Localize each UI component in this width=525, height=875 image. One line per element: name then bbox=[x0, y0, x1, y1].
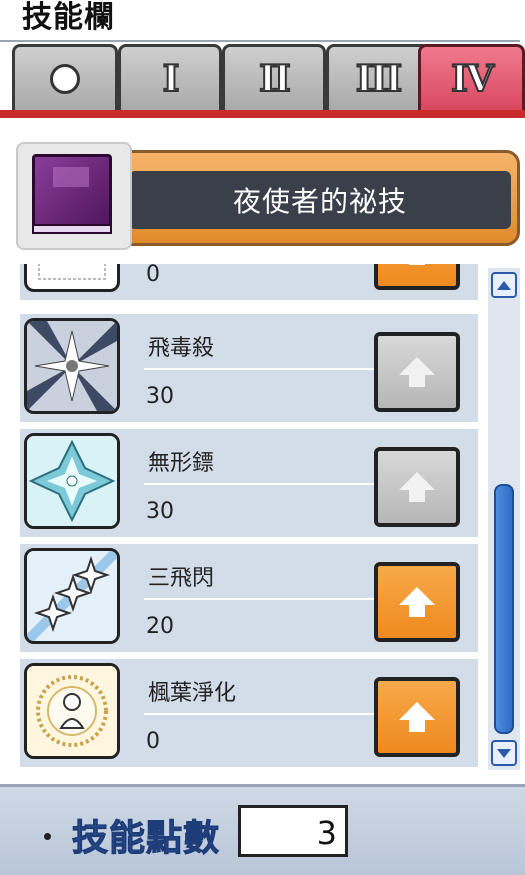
skill-list-scrollbar[interactable] bbox=[488, 268, 520, 770]
scroll-down-button[interactable] bbox=[491, 740, 517, 766]
skill-list: 0 飛毒殺 30 無形鏢 30 三飛閃 20 楓葉淨化 0 bbox=[8, 264, 525, 784]
skill-points-footer: 技能點數 3 bbox=[0, 784, 525, 875]
skill-name: 無形鏢 bbox=[148, 451, 215, 476]
skill-points-value: 3 bbox=[316, 814, 337, 852]
up-arrow-icon bbox=[399, 357, 435, 387]
class-name-bar: 夜使者的祕技 bbox=[129, 171, 511, 229]
skill-name: 楓葉淨化 bbox=[148, 681, 237, 706]
skill-name: 飛毒殺 bbox=[148, 336, 215, 361]
arrow-down-icon bbox=[497, 748, 511, 758]
tab-2nd-job[interactable]: II bbox=[222, 44, 326, 110]
skill-level: 30 bbox=[146, 384, 174, 409]
class-name: 夜使者的祕技 bbox=[232, 185, 407, 218]
tab-label: III bbox=[355, 57, 403, 101]
job-tabs: I II III IV bbox=[12, 44, 525, 110]
skill-row[interactable]: 飛毒殺 30 bbox=[20, 314, 478, 422]
divider bbox=[144, 368, 376, 370]
tab-divider bbox=[0, 110, 525, 118]
skill-up-button[interactable] bbox=[374, 562, 460, 642]
tab-3rd-job[interactable]: III bbox=[326, 44, 430, 110]
skill-level: 0 bbox=[146, 264, 160, 287]
partial-skill-icon bbox=[24, 264, 120, 292]
divider bbox=[144, 598, 376, 600]
tab-1st-job[interactable]: I bbox=[118, 44, 222, 110]
skill-up-button[interactable] bbox=[374, 332, 460, 412]
tab-label: II bbox=[258, 57, 292, 101]
up-arrow-icon bbox=[399, 702, 435, 732]
skill-row[interactable]: 0 bbox=[20, 264, 478, 300]
shuriken-icon bbox=[24, 433, 120, 529]
skill-row[interactable]: 楓葉淨化 0 bbox=[20, 659, 478, 767]
skill-up-button[interactable] bbox=[374, 677, 460, 757]
scroll-up-button[interactable] bbox=[491, 272, 517, 298]
divider bbox=[144, 713, 376, 715]
skill-points-label: 技能點數 bbox=[71, 818, 221, 860]
star-burst-icon bbox=[24, 318, 120, 414]
window-title-bar: 技能欄 bbox=[0, 0, 520, 42]
skill-up-button[interactable] bbox=[374, 264, 460, 290]
skill-name: 三飛閃 bbox=[148, 566, 215, 591]
arrow-up-icon bbox=[497, 280, 511, 290]
bullet-icon bbox=[44, 833, 51, 840]
triple-star-icon bbox=[24, 548, 120, 644]
class-icon-frame bbox=[16, 142, 132, 250]
window-title: 技能欄 bbox=[22, 0, 115, 35]
skill-points-value-box: 3 bbox=[238, 805, 348, 857]
up-arrow-icon bbox=[399, 472, 435, 502]
skill-level: 0 bbox=[146, 729, 160, 754]
tab-label: IV bbox=[450, 57, 495, 101]
tab-label: I bbox=[162, 57, 181, 101]
up-arrow-icon bbox=[399, 587, 435, 617]
book-pages bbox=[32, 224, 112, 234]
scroll-thumb[interactable] bbox=[494, 484, 514, 734]
circle-icon bbox=[50, 63, 80, 94]
purple-book-icon bbox=[32, 154, 112, 234]
skill-row[interactable]: 三飛閃 20 bbox=[20, 544, 478, 652]
tab-4th-job[interactable]: IV bbox=[418, 44, 525, 110]
divider bbox=[144, 483, 376, 485]
skill-level: 20 bbox=[146, 614, 174, 639]
skill-up-button[interactable] bbox=[374, 447, 460, 527]
skill-level: 30 bbox=[146, 499, 174, 524]
maple-purify-icon bbox=[24, 663, 120, 759]
tab-beginner[interactable] bbox=[12, 44, 118, 110]
skill-row[interactable]: 無形鏢 30 bbox=[20, 429, 478, 537]
